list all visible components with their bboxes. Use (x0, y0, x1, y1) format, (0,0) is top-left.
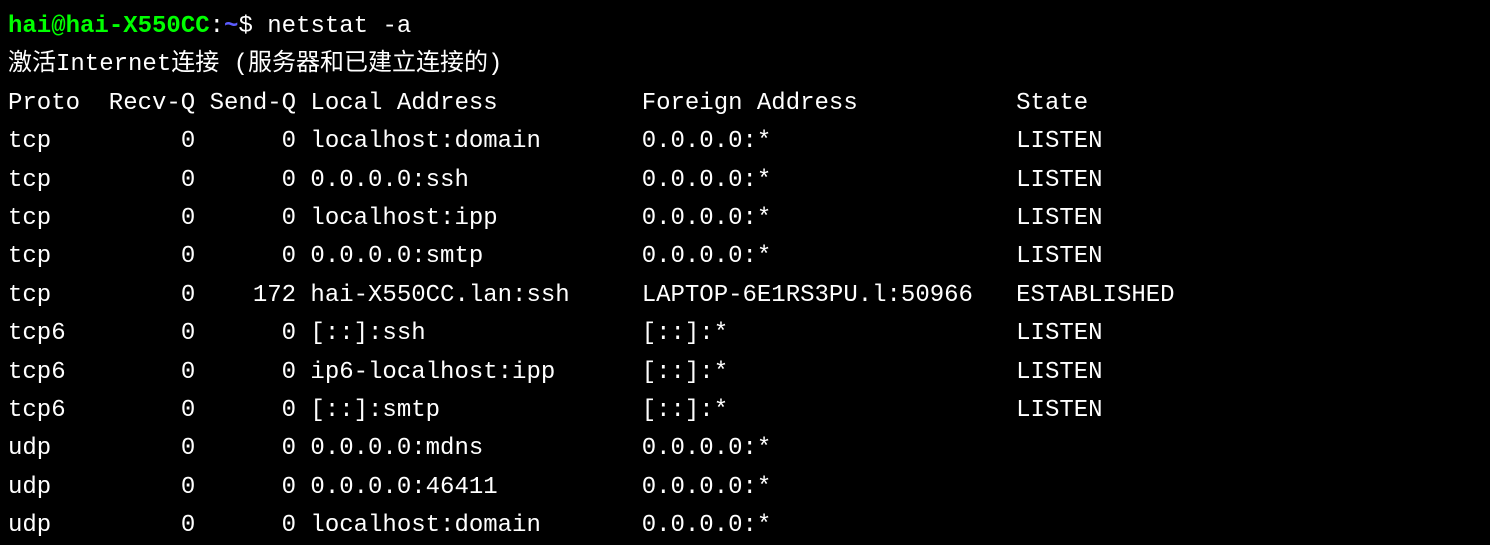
table-body: tcp00localhost:domain0.0.0.0:*LISTENtcp0… (8, 123, 1482, 545)
table-row: tcp0172hai-X550CC.lan:sshLAPTOP-6E1RS3PU… (8, 277, 1482, 315)
prompt-colon: : (210, 8, 224, 46)
cell-local: localhost:domain (296, 507, 642, 545)
col-header-local: Local Address (296, 85, 642, 123)
cell-state: LISTEN (1016, 354, 1102, 392)
table-row: tcp00localhost:domain0.0.0.0:*LISTEN (8, 123, 1482, 161)
cell-foreign: 0.0.0.0:* (642, 162, 1016, 200)
cell-recvq: 0 (80, 354, 195, 392)
cell-local: [::]:smtp (296, 392, 642, 430)
cell-state: LISTEN (1016, 123, 1102, 161)
cell-state: LISTEN (1016, 392, 1102, 430)
cell-recvq: 0 (80, 469, 195, 507)
cell-proto: udp (8, 507, 80, 545)
cell-proto: tcp6 (8, 392, 80, 430)
cell-proto: tcp (8, 238, 80, 276)
cell-recvq: 0 (80, 123, 195, 161)
cell-foreign: 0.0.0.0:* (642, 469, 1016, 507)
cell-foreign: [::]:* (642, 354, 1016, 392)
typed-command (253, 8, 267, 46)
col-header-proto: Proto (8, 85, 80, 123)
cell-proto: tcp (8, 277, 80, 315)
cell-sendq: 0 (195, 392, 296, 430)
cell-proto: tcp (8, 123, 80, 161)
prompt-symbol: $ (238, 8, 252, 46)
table-row: tcp600[::]:smtp[::]:*LISTEN (8, 392, 1482, 430)
cell-sendq: 0 (195, 200, 296, 238)
cell-recvq: 0 (80, 315, 195, 353)
cell-sendq: 172 (195, 277, 296, 315)
cell-state: LISTEN (1016, 162, 1102, 200)
cell-state: LISTEN (1016, 238, 1102, 276)
cell-recvq: 0 (80, 392, 195, 430)
cell-recvq: 0 (80, 277, 195, 315)
cell-recvq: 0 (80, 162, 195, 200)
cell-proto: tcp (8, 200, 80, 238)
cell-sendq: 0 (195, 315, 296, 353)
cell-sendq: 0 (195, 123, 296, 161)
output-header: 激活Internet连接 (服务器和已建立连接的) (8, 46, 1482, 84)
cell-local: 0.0.0.0:mdns (296, 430, 642, 468)
cell-state: ESTABLISHED (1016, 277, 1174, 315)
cell-local: localhost:ipp (296, 200, 642, 238)
col-header-state: State (1016, 85, 1088, 123)
cell-foreign: [::]:* (642, 392, 1016, 430)
table-row: udp000.0.0.0:mdns0.0.0.0:* (8, 430, 1482, 468)
cell-sendq: 0 (195, 162, 296, 200)
cell-local: localhost:domain (296, 123, 642, 161)
table-header-row: Proto Recv-Q Send-Q Local Address Foreig… (8, 85, 1482, 123)
col-header-sendq: Send-Q (195, 85, 296, 123)
prompt-path: ~ (224, 8, 238, 46)
cell-recvq: 0 (80, 430, 195, 468)
cell-sendq: 0 (195, 507, 296, 545)
col-header-recvq: Recv-Q (80, 85, 195, 123)
table-row: tcp000.0.0.0:smtp0.0.0.0:*LISTEN (8, 238, 1482, 276)
cell-foreign: LAPTOP-6E1RS3PU.l:50966 (642, 277, 1016, 315)
cell-recvq: 0 (80, 200, 195, 238)
cell-foreign: 0.0.0.0:* (642, 430, 1016, 468)
cell-sendq: 0 (195, 354, 296, 392)
cell-sendq: 0 (195, 430, 296, 468)
cell-proto: udp (8, 469, 80, 507)
cell-foreign: 0.0.0.0:* (642, 200, 1016, 238)
cell-proto: tcp6 (8, 315, 80, 353)
cell-foreign: 0.0.0.0:* (642, 507, 1016, 545)
cell-sendq: 0 (195, 238, 296, 276)
cell-local: 0.0.0.0:46411 (296, 469, 642, 507)
table-row: tcp600[::]:ssh[::]:*LISTEN (8, 315, 1482, 353)
cell-local: hai-X550CC.lan:ssh (296, 277, 642, 315)
cell-proto: udp (8, 430, 80, 468)
table-row: udp000.0.0.0:464110.0.0.0:* (8, 469, 1482, 507)
command-text: netstat -a (267, 8, 411, 46)
table-row: tcp000.0.0.0:ssh0.0.0.0:*LISTEN (8, 162, 1482, 200)
terminal-prompt-line[interactable]: hai@hai-X550CC : ~ $ netstat -a (8, 8, 1482, 46)
cell-proto: tcp (8, 162, 80, 200)
table-row: tcp00localhost:ipp0.0.0.0:*LISTEN (8, 200, 1482, 238)
cell-state: LISTEN (1016, 200, 1102, 238)
cell-foreign: 0.0.0.0:* (642, 123, 1016, 161)
cell-proto: tcp6 (8, 354, 80, 392)
table-row: udp00localhost:domain0.0.0.0:* (8, 507, 1482, 545)
cell-local: 0.0.0.0:smtp (296, 238, 642, 276)
cell-local: ip6-localhost:ipp (296, 354, 642, 392)
cell-recvq: 0 (80, 507, 195, 545)
cell-foreign: 0.0.0.0:* (642, 238, 1016, 276)
cell-local: [::]:ssh (296, 315, 642, 353)
col-header-foreign: Foreign Address (642, 85, 1016, 123)
cell-state: LISTEN (1016, 315, 1102, 353)
prompt-user-host: hai@hai-X550CC (8, 8, 210, 46)
cell-foreign: [::]:* (642, 315, 1016, 353)
cell-sendq: 0 (195, 469, 296, 507)
cell-local: 0.0.0.0:ssh (296, 162, 642, 200)
table-row: tcp600ip6-localhost:ipp[::]:*LISTEN (8, 354, 1482, 392)
cell-recvq: 0 (80, 238, 195, 276)
